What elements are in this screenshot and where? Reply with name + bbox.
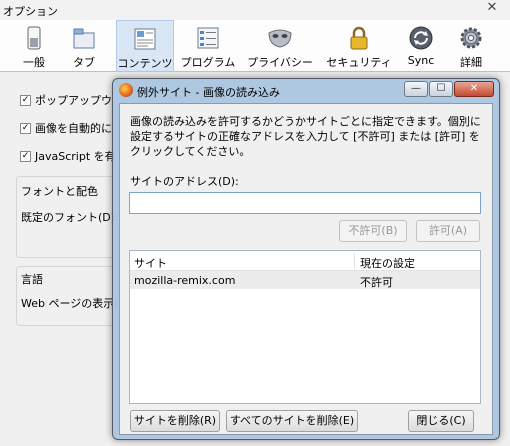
- options-toolbar: 一般 タブ コンテンツ プログラム プライバシー セキュリティ Sync 詳細: [0, 20, 510, 72]
- address-input[interactable]: [129, 192, 481, 214]
- remove-site-button[interactable]: サイトを削除(R): [130, 410, 220, 432]
- dialog-description: 画像の読み込みを許可するかどうかサイトごとに指定できます。個別に設定するサイトの…: [130, 115, 481, 158]
- tab-content[interactable]: コンテンツ: [116, 20, 174, 72]
- tab-label: プライバシー: [247, 56, 313, 69]
- options-title: オプション: [3, 5, 58, 18]
- sync-icon: [409, 26, 433, 50]
- switch-icon: [27, 26, 41, 50]
- close-window-button[interactable]: ✕: [454, 81, 494, 97]
- padlock-icon: [350, 26, 368, 50]
- default-font-label: 既定のフォント(D):: [21, 211, 119, 224]
- gear-icon: [460, 27, 482, 49]
- close-button[interactable]: 閉じる(C): [408, 410, 474, 432]
- options-close-button[interactable]: ✕: [480, 0, 504, 16]
- images-checkbox-row[interactable]: ✓ 画像を自動的に: [20, 120, 112, 136]
- tab-label: コンテンツ: [117, 57, 173, 70]
- tab-security[interactable]: セキュリティ: [326, 20, 392, 72]
- site-column-header[interactable]: サイト: [134, 255, 167, 271]
- language-group-title: 言語: [21, 273, 43, 286]
- program-list-icon: [197, 27, 219, 49]
- popup-checkbox[interactable]: ✓: [20, 94, 31, 106]
- tab-label: プログラム: [180, 56, 236, 69]
- dialog-title: 例外サイト - 画像の読み込み: [137, 86, 280, 99]
- images-checkbox[interactable]: ✓: [20, 122, 31, 134]
- webpage-display-label: Web ページの表示(: [21, 297, 119, 310]
- tab-tabs[interactable]: タブ: [56, 20, 112, 72]
- tab-label: タブ: [73, 56, 95, 69]
- site-list-header: サイト 現在の設定: [130, 251, 480, 271]
- block-button[interactable]: 不許可(B): [339, 220, 407, 242]
- popup-label: ポップアップウ: [35, 94, 112, 107]
- javascript-checkbox[interactable]: ✓: [20, 150, 31, 162]
- minimize-button[interactable]: —: [404, 81, 428, 97]
- dialog-body: 画像の読み込みを許可するかどうかサイトごとに指定できます。個別に設定するサイトの…: [119, 103, 493, 435]
- tab-label: 一般: [23, 56, 45, 69]
- status-column-header[interactable]: 現在の設定: [360, 255, 415, 271]
- javascript-label: JavaScript を有: [35, 150, 116, 163]
- remove-all-sites-button[interactable]: すべてのサイトを削除(E): [226, 410, 358, 432]
- maximize-button[interactable]: ☐: [429, 81, 453, 97]
- exceptions-dialog: 例外サイト - 画像の読み込み — ☐ ✕ 画像の読み込みを許可するかどうかサイ…: [112, 78, 500, 440]
- address-label: サイトのアドレス(D):: [130, 175, 239, 188]
- dialog-button-bar: サイトを削除(R) すべてのサイトを削除(E) 閉じる(C): [120, 410, 494, 436]
- tab-privacy[interactable]: プライバシー: [246, 20, 314, 72]
- firefox-icon: [119, 83, 133, 97]
- javascript-checkbox-row[interactable]: ✓ JavaScript を有: [20, 148, 116, 164]
- status-cell: 不許可: [360, 276, 393, 289]
- tab-general[interactable]: 一般: [6, 20, 62, 72]
- tab-label: セキュリティ: [326, 56, 392, 69]
- options-titlebar: オプション ✕: [0, 0, 510, 20]
- column-divider: [354, 253, 355, 269]
- list-item[interactable]: mozilla-remix.com 不許可: [130, 271, 480, 289]
- content-page-icon: [134, 28, 156, 50]
- site-list[interactable]: サイト 現在の設定 mozilla-remix.com 不許可: [129, 250, 481, 404]
- tab-programs[interactable]: プログラム: [178, 20, 238, 72]
- allow-button[interactable]: 許可(A): [416, 220, 480, 242]
- dialog-titlebar[interactable]: 例外サイト - 画像の読み込み — ☐ ✕: [113, 79, 499, 101]
- mask-icon: [268, 29, 292, 48]
- images-label: 画像を自動的に: [35, 122, 112, 135]
- tab-advanced[interactable]: 詳細: [444, 20, 498, 72]
- tab-sync[interactable]: Sync: [394, 20, 448, 72]
- popup-checkbox-row[interactable]: ✓ ポップアップウ: [20, 92, 112, 108]
- fonts-group-title: フォントと配色: [21, 185, 98, 198]
- site-cell: mozilla-remix.com: [134, 274, 236, 287]
- tab-label: 詳細: [460, 56, 482, 69]
- tab-window-icon: [73, 28, 95, 49]
- tab-label: Sync: [407, 54, 435, 67]
